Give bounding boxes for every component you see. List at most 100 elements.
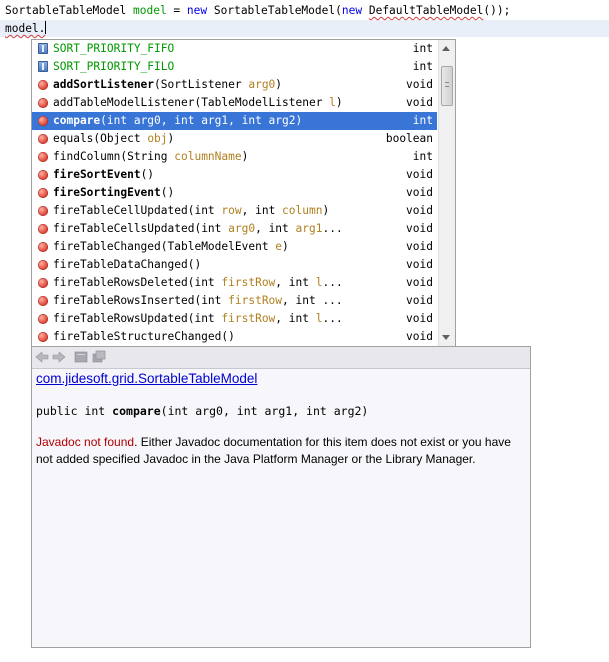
completion-item-params-end: , int ... xyxy=(282,294,343,307)
completion-item-name: SORT_PRIORITY_FILO xyxy=(53,60,175,73)
javadoc-class-link[interactable]: com.jidesoft.grid.SortableTableModel xyxy=(36,371,257,386)
method-icon xyxy=(38,206,48,216)
signature-method: compare xyxy=(112,404,161,418)
javadoc-toolbar xyxy=(32,347,530,369)
method-icon xyxy=(38,188,48,198)
completion-item-params: () xyxy=(160,186,175,199)
completion-item-name: addTableModelListener xyxy=(53,96,195,109)
completion-item-return-type: void xyxy=(406,204,433,217)
completion-item-name: fireTableRowsInserted xyxy=(53,294,195,307)
completion-item-return-type: void xyxy=(406,240,433,253)
method-icon xyxy=(38,98,48,108)
completion-item-params-end: ... xyxy=(322,312,343,325)
completion-item[interactable]: fireTableRowsDeleted(int firstRow, int l… xyxy=(32,274,437,292)
completion-item-name: fireTableRowsUpdated xyxy=(53,312,188,325)
keyword-new-2: new xyxy=(341,4,363,17)
completion-item[interactable]: addTableModelListener(TableModelListener… xyxy=(32,94,437,112)
completion-item[interactable]: fireTableStructureChanged() void xyxy=(32,328,437,346)
completion-item-params-end: ... xyxy=(322,222,343,235)
completion-item-params: (String xyxy=(120,150,175,163)
assign-op: = xyxy=(166,4,187,17)
completion-item-return-type: void xyxy=(406,186,433,199)
method-icon xyxy=(38,134,48,144)
completion-item[interactable]: SORT_PRIORITY_FIFO int xyxy=(32,40,437,58)
completion-item-params-end: ) xyxy=(275,78,283,91)
scroll-down-arrow-icon[interactable] xyxy=(442,335,450,340)
completion-item-label: addSortListener(SortListener arg0) xyxy=(53,76,282,94)
completion-item-params: (int xyxy=(194,294,229,307)
scroll-up-arrow-icon[interactable] xyxy=(442,46,450,51)
completion-item-param-name: obj xyxy=(147,132,168,145)
scrollbar-thumb[interactable] xyxy=(441,66,453,106)
completion-item-params-end: ) xyxy=(322,204,330,217)
current-line-highlight xyxy=(0,20,609,37)
completion-item-return-type: int xyxy=(412,150,433,163)
completion-item-params: () xyxy=(140,168,155,181)
open-paren: ( xyxy=(335,4,342,17)
completion-item[interactable]: fireSortEvent() void xyxy=(32,166,437,184)
completion-item-param-name-2: arg1 xyxy=(295,222,323,235)
completion-item-params-mid: , int xyxy=(255,222,296,235)
completion-item-params: (TableModelEvent xyxy=(160,240,276,253)
completion-scrollbar[interactable] xyxy=(438,40,455,346)
completion-item[interactable]: equals(Object obj) boolean xyxy=(32,130,437,148)
static-field-icon xyxy=(38,43,48,54)
completion-item-params: () xyxy=(187,258,202,271)
external-browser-icon[interactable] xyxy=(92,350,106,364)
completion-item-params: (SortListener xyxy=(154,78,249,91)
completion-item[interactable]: fireTableCellsUpdated(int arg0, int arg1… xyxy=(32,220,437,238)
method-icon xyxy=(38,332,48,342)
completion-item-return-type: void xyxy=(406,258,433,271)
show-source-icon[interactable] xyxy=(74,350,88,364)
method-icon xyxy=(38,314,48,324)
completion-item-label: fireTableStructureChanged() xyxy=(53,328,235,346)
completion-item[interactable]: fireTableCellUpdated(int row, int column… xyxy=(32,202,437,220)
completion-item[interactable]: fireSortingEvent() void xyxy=(32,184,437,202)
completion-item[interactable]: addSortListener(SortListener arg0) void xyxy=(32,76,437,94)
back-arrow-icon[interactable] xyxy=(35,350,49,364)
completion-item-label: fireTableChanged(TableModelEvent e) xyxy=(53,238,289,256)
completion-item-return-type: void xyxy=(406,294,433,307)
completion-item-return-type: void xyxy=(406,276,433,289)
completion-item-return-type: int xyxy=(412,42,433,55)
method-icon xyxy=(38,296,48,306)
completion-item[interactable]: fireTableRowsUpdated(int firstRow, int l… xyxy=(32,310,437,328)
completion-item-params-end: ) xyxy=(241,150,249,163)
completion-item-label: addTableModelListener(TableModelListener… xyxy=(53,94,343,112)
completion-item-name: fireTableChanged xyxy=(53,240,161,253)
variable-name: model xyxy=(133,4,167,17)
member-access-text: model. xyxy=(5,22,46,35)
netbeans-editor: { "editor": { "line1": { "type": "Sortab… xyxy=(0,0,609,662)
completion-item-params: (int xyxy=(187,276,222,289)
javadoc-signature: public int compare(int arg0, int arg1, i… xyxy=(36,404,368,418)
completion-item[interactable]: compare(int arg0, int arg1, int arg2) int xyxy=(32,112,437,130)
completion-item-params-end: ) xyxy=(335,96,343,109)
forward-arrow-icon[interactable] xyxy=(52,350,66,364)
code-line-1[interactable]: SortableTableModel model = new SortableT… xyxy=(5,3,510,19)
completion-item[interactable]: fireTableRowsInserted(int firstRow, int … xyxy=(32,292,437,310)
completion-item-name: fireTableCellUpdated xyxy=(53,204,188,217)
completion-item[interactable]: SORT_PRIORITY_FILO int xyxy=(32,58,437,76)
completion-item[interactable]: fireTableChanged(TableModelEvent e) void xyxy=(32,238,437,256)
method-icon xyxy=(38,80,48,90)
signature-prefix: public int xyxy=(36,404,113,418)
completion-list: SORT_PRIORITY_FIFO int SORT_PRIORITY_FILO i… xyxy=(32,40,437,346)
method-icon xyxy=(38,170,48,180)
completion-item[interactable]: findColumn(String columnName) int xyxy=(32,148,437,166)
code-line-2[interactable]: model. xyxy=(5,21,47,37)
completion-item-params: (int xyxy=(194,222,229,235)
completion-item-param-name: firstRow xyxy=(221,276,276,289)
completion-item-return-type: void xyxy=(406,312,433,325)
completion-item-params: (int xyxy=(187,312,222,325)
completion-item-name: fireTableDataChanged xyxy=(53,258,188,271)
completion-item-name: addSortListener xyxy=(53,78,155,91)
completion-item-params-mid: , int xyxy=(241,204,283,217)
completion-item-param-name: arg0 xyxy=(228,222,256,235)
completion-item-params-mid: , int xyxy=(275,312,316,325)
completion-item[interactable]: fireTableDataChanged() void xyxy=(32,256,437,274)
completion-item-label: SORT_PRIORITY_FILO xyxy=(53,58,174,76)
static-field-icon xyxy=(38,61,48,72)
completion-item-label: compare(int arg0, int arg1, int arg2) xyxy=(53,112,302,130)
javadoc-popup: com.jidesoft.grid.SortableTableModel pub… xyxy=(31,346,531,648)
completion-item-params: (int xyxy=(187,204,222,217)
